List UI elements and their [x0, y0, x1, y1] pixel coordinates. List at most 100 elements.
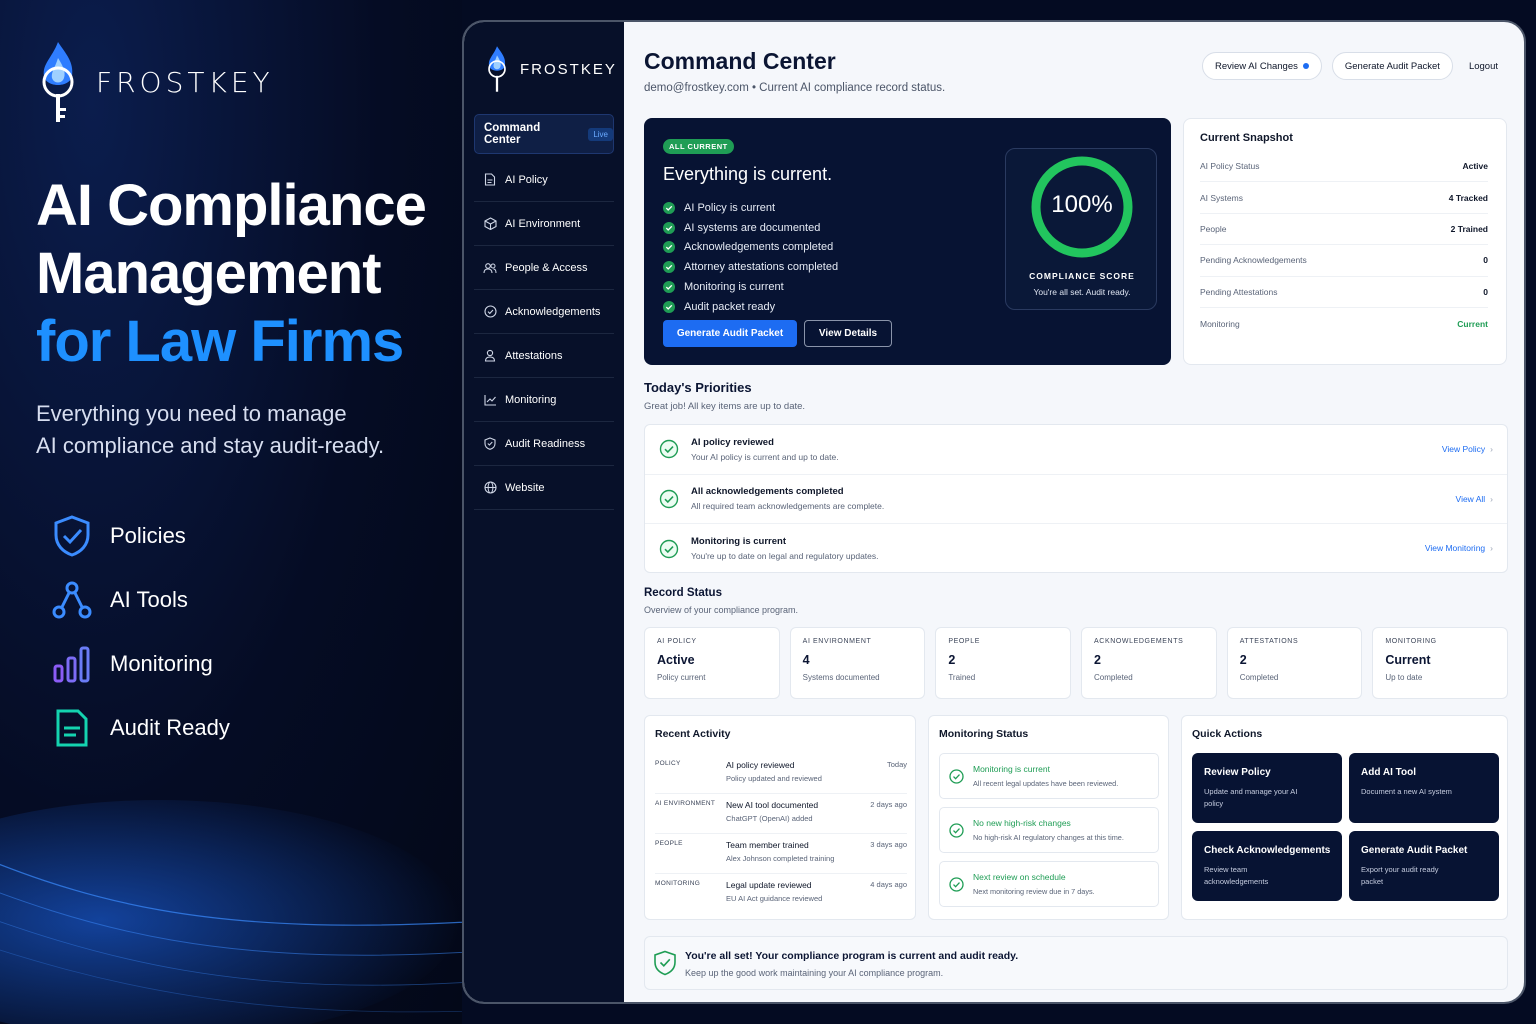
globe-icon	[483, 481, 497, 495]
snapshot-key: AI Policy Status	[1200, 161, 1260, 172]
chevron-right-icon: ›	[1490, 493, 1493, 504]
activity-row[interactable]: PEOPLE Team member trained Alex Johnson co…	[655, 834, 907, 874]
generate-audit-packet-button[interactable]: Generate Audit Packet	[663, 320, 797, 347]
snapshot-value: 0	[1483, 286, 1488, 297]
sidebar-item-attestations[interactable]: Attestations	[474, 334, 614, 378]
snapshot-row: People 2 Trained	[1200, 214, 1488, 246]
check-acknowledgements-action[interactable]: Check Acknowledgements Review team acknow…	[1192, 831, 1342, 901]
view-details-button[interactable]: View Details	[804, 320, 892, 347]
activity-category: MONITORING	[655, 880, 701, 887]
sidebar-item-command-center[interactable]: Command Center Live	[474, 114, 614, 154]
button-label: Review AI Changes	[1214, 60, 1298, 72]
stat-value: 2	[948, 653, 956, 667]
activity-row[interactable]: AI ENVIRONMENT New AI tool documented Chat…	[655, 794, 907, 834]
sidebar-item-label: Website	[505, 481, 545, 494]
stat-card-acknowledgements[interactable]: ACKNOWLEDGEMENTS 2 Completed	[1081, 627, 1217, 699]
check-circle-icon	[663, 241, 675, 254]
main-content: Command Center demo@frostkey.com • Curre…	[624, 22, 1524, 1002]
sidebar-item-label: Acknowledgements	[505, 305, 601, 318]
monitoring-title: Monitoring is current	[973, 764, 1051, 774]
check-circle-icon	[659, 539, 679, 558]
action-desc: Update and manage your AI policy	[1204, 787, 1298, 808]
activity-row[interactable]: MONITORING Legal update reviewed EU AI Act…	[655, 874, 907, 914]
chevron-right-icon: ›	[1490, 543, 1493, 553]
feature-audit-ready: Audit Ready	[50, 696, 230, 760]
checklist-text: AI Policy is current	[684, 201, 776, 214]
sidebar-item-monitoring[interactable]: Monitoring	[474, 378, 614, 422]
score-subtext: You're all set. Audit ready.	[1033, 287, 1131, 297]
view-monitoring-link[interactable]: View Monitoring ›	[1425, 543, 1493, 553]
activity-row[interactable]: POLICY AI policy reviewed Policy updated a…	[655, 754, 907, 794]
sidebar-nav: Command Center Live AI Policy AI Environ…	[474, 114, 614, 510]
sidebar-item-audit-readiness[interactable]: Audit Readiness	[474, 422, 614, 466]
priority-desc: Your AI policy is current and up to date…	[691, 451, 839, 462]
sidebar-brand[interactable]: FROSTKEY	[484, 44, 617, 94]
shield-icon	[483, 437, 497, 451]
check-circle-icon	[949, 769, 964, 784]
quick-actions-panel: Quick Actions Review Policy Update and ma…	[1181, 715, 1508, 920]
stat-card-ai-environment[interactable]: AI ENVIRONMENT 4 Systems documented	[789, 627, 926, 699]
feature-label: Monitoring	[110, 651, 213, 676]
snapshot-value: Active	[1462, 161, 1488, 172]
check-circle-icon	[949, 877, 964, 892]
sidebar-item-label: AI Policy	[505, 173, 548, 186]
snapshot-value: 2 Trained	[1450, 223, 1488, 234]
view-policy-link[interactable]: View Policy ›	[1442, 444, 1493, 454]
stat-card-ai-policy[interactable]: AI POLICY Active Policy current	[644, 627, 780, 699]
priority-title: AI policy reviewed	[691, 436, 774, 448]
panel-title: Monitoring Status	[939, 728, 1029, 740]
sidebar-item-ai-policy[interactable]: AI Policy	[474, 158, 614, 202]
activity-category: POLICY	[655, 760, 681, 767]
add-ai-tool-action[interactable]: Add AI Tool Document a new AI system	[1349, 753, 1499, 823]
stat-card-people[interactable]: PEOPLE 2 Trained	[935, 627, 1072, 699]
particle-wave-graphic	[0, 800, 462, 1024]
sidebar-item-ai-environment[interactable]: AI Environment	[474, 202, 614, 246]
feature-label: Audit Ready	[110, 715, 230, 740]
hero-headline: AI Compliance Management for Law Firms	[36, 172, 427, 376]
checklist-item: Attorney attestations completed	[663, 257, 838, 277]
priority-desc: You're up to date on legal and regulator…	[691, 551, 879, 562]
priority-title: All acknowledgements completed	[691, 486, 844, 498]
check-circle-icon	[663, 201, 675, 214]
review-ai-changes-button[interactable]: Review AI Changes	[1201, 52, 1322, 80]
generate-audit-packet-header-button[interactable]: Generate Audit Packet	[1331, 52, 1453, 80]
monitoring-desc: All recent legal updates have been revie…	[973, 779, 1119, 788]
checklist-text: Attorney attestations completed	[684, 261, 839, 274]
button-label: Generate Audit Packet	[1344, 60, 1440, 72]
score-label: COMPLIANCE SCORE	[1029, 271, 1135, 281]
sidebar-item-label: Attestations	[505, 349, 563, 362]
compliance-status-card: ALL CURRENT Everything is current. AI Po…	[644, 118, 1171, 365]
activity-title: New AI tool documented	[726, 800, 819, 810]
activity-time: 2 days ago	[870, 800, 907, 809]
stat-key: AI ENVIRONMENT	[802, 638, 872, 645]
sidebar: FROSTKEY Command Center Live AI Policy A…	[464, 22, 624, 1002]
audit-ready-banner: You're all set! Your compliance program …	[644, 936, 1508, 990]
snapshot-key: Monitoring	[1200, 318, 1240, 329]
generate-audit-packet-action[interactable]: Generate Audit Packet Export your audit r…	[1349, 831, 1499, 901]
priority-desc: All required team acknowledgements are c…	[691, 501, 885, 512]
check-circle-icon	[663, 300, 675, 313]
hero-headline-line3: for Law Firms	[36, 309, 404, 374]
hero-subtext-line1: Everything you need to manage	[36, 401, 347, 426]
monitoring-desc: No high-risk AI regulatory changes at th…	[973, 833, 1124, 842]
logout-link[interactable]: Logout	[1463, 61, 1504, 72]
action-title: Check Acknowledgements	[1204, 845, 1331, 856]
stat-sub: Policy current	[657, 673, 706, 682]
sidebar-item-website[interactable]: Website	[474, 466, 614, 510]
review-policy-action[interactable]: Review Policy Update and manage your AI p…	[1192, 753, 1342, 823]
snapshot-value: 0	[1483, 255, 1488, 266]
line-chart-icon	[483, 393, 497, 407]
activity-category: PEOPLE	[655, 840, 683, 847]
stat-sub: Systems documented	[802, 673, 880, 682]
sidebar-item-people-access[interactable]: People & Access	[474, 246, 614, 290]
stat-value: 2	[1094, 653, 1101, 667]
stat-card-monitoring[interactable]: MONITORING Current Up to date	[1372, 627, 1509, 699]
status-badge: ALL CURRENT	[663, 139, 734, 154]
view-all-link[interactable]: View All ›	[1456, 494, 1493, 504]
sidebar-item-acknowledgements[interactable]: Acknowledgements	[474, 290, 614, 334]
panel-title: Quick Actions	[1192, 728, 1263, 740]
stat-key: MONITORING	[1385, 638, 1437, 645]
checklist-item: Audit packet ready	[663, 297, 838, 317]
checklist-item: Monitoring is current	[663, 277, 838, 297]
stat-card-attestations[interactable]: ATTESTATIONS 2 Completed	[1226, 627, 1363, 699]
